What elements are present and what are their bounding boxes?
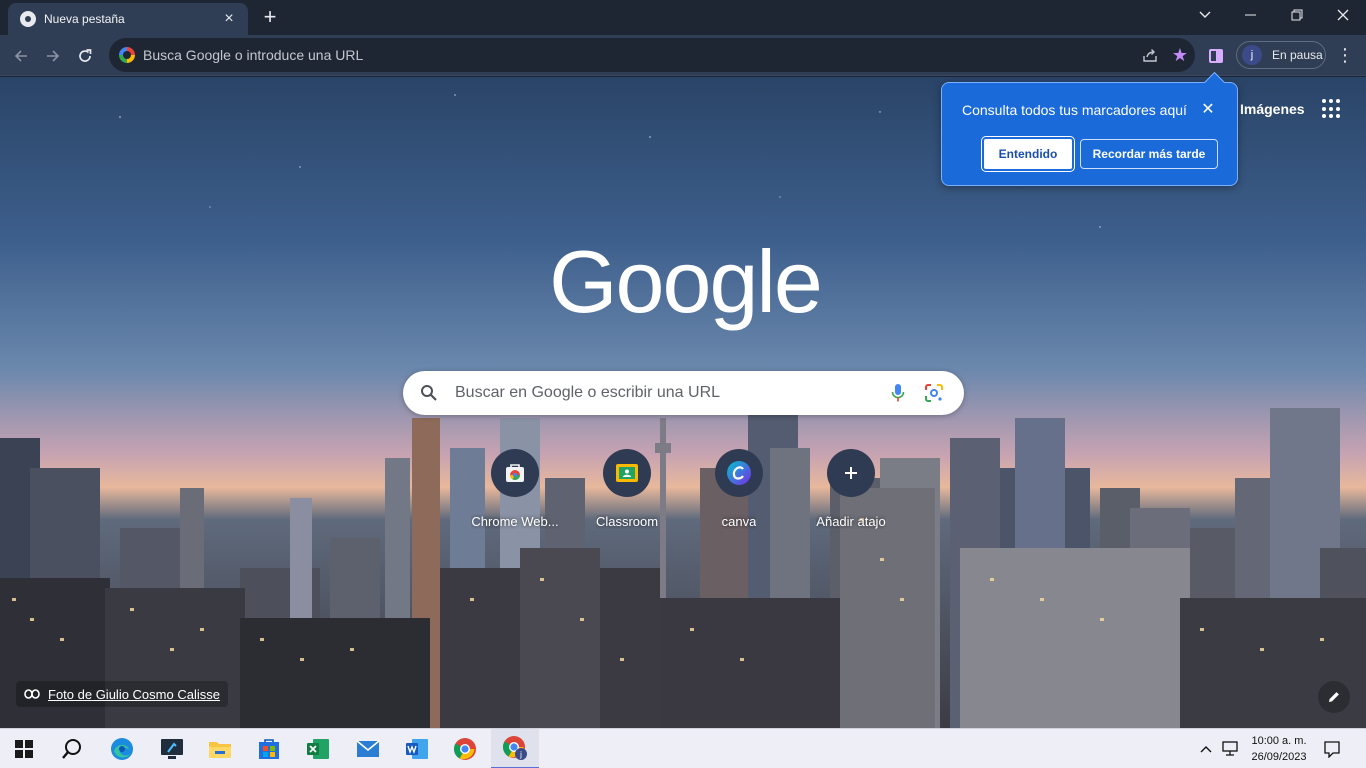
avatar: j: [1242, 45, 1262, 65]
tab-new-tab[interactable]: Nueva pestaña ×: [8, 3, 248, 35]
got-it-button[interactable]: Entendido: [981, 136, 1075, 172]
chrome-profile-icon[interactable]: j: [491, 729, 539, 768]
shortcuts-grid: Chrome Web... Classroom canva Añadir ata…: [459, 449, 907, 533]
shortcut-canva[interactable]: canva: [683, 449, 795, 533]
notifications-icon[interactable]: [1322, 739, 1342, 759]
tab-close-icon[interactable]: ×: [220, 10, 238, 28]
tab-strip: Nueva pestaña × +: [0, 0, 1366, 35]
tab-title: Nueva pestaña: [44, 12, 125, 26]
edge-icon[interactable]: [98, 729, 146, 768]
file-explorer-icon[interactable]: [196, 729, 244, 768]
minimize-button[interactable]: [1228, 0, 1274, 30]
shortcut-label: Chrome Web...: [471, 514, 559, 529]
address-bar-placeholder: Busca Google o introduce una URL: [143, 47, 364, 63]
search-icon: [403, 384, 455, 402]
excel-icon[interactable]: [294, 729, 342, 768]
network-icon[interactable]: [1220, 739, 1240, 759]
images-link[interactable]: Imágenes: [1240, 101, 1305, 117]
google-logo: Google: [549, 232, 823, 331]
close-window-button[interactable]: [1320, 0, 1366, 30]
chrome-web-store-icon: [491, 449, 539, 497]
classroom-icon: [603, 449, 651, 497]
chrome-icon[interactable]: [441, 729, 489, 768]
system-clock[interactable]: 10:00 a. m. 26/09/2023: [1246, 733, 1312, 765]
attribution-text: Foto de Giulio Cosmo Calisse: [48, 686, 220, 702]
word-icon[interactable]: [393, 729, 441, 768]
bookmark-star-icon[interactable]: ★: [1165, 40, 1195, 70]
shortcut-chrome-web-store[interactable]: Chrome Web...: [459, 449, 571, 533]
chevron-up-icon[interactable]: [1196, 739, 1216, 759]
google-apps-icon[interactable]: [1322, 99, 1342, 119]
callout-message: Consulta todos tus marcadores aquí: [962, 102, 1187, 118]
forward-arrow-icon[interactable]: [40, 43, 66, 69]
chrome-menu-icon[interactable]: ⋮: [1334, 44, 1356, 68]
remind-later-button[interactable]: Recordar más tarde: [1080, 139, 1218, 169]
clock-date: 26/09/2023: [1251, 751, 1307, 763]
shortcut-classroom[interactable]: Classroom: [571, 449, 683, 533]
add-shortcut-button[interactable]: Añadir atajo: [795, 449, 907, 533]
profile-button[interactable]: j En pausa: [1236, 41, 1326, 69]
address-bar[interactable]: Busca Google o introduce una URL ★: [109, 38, 1195, 72]
restore-button[interactable]: [1274, 0, 1320, 30]
link-icon: [24, 689, 40, 699]
reload-icon[interactable]: [72, 43, 98, 69]
google-lens-icon[interactable]: [916, 375, 952, 411]
shortcut-label: Añadir atajo: [816, 514, 886, 529]
share-icon[interactable]: [1135, 40, 1165, 70]
chrome-favicon-icon: [20, 11, 36, 27]
shortcut-label: canva: [721, 514, 757, 529]
mail-icon[interactable]: [344, 729, 392, 768]
microphone-icon[interactable]: [880, 375, 916, 411]
google-g-icon: [119, 47, 135, 63]
plus-icon: [827, 449, 875, 497]
canva-icon: [715, 449, 763, 497]
customize-pencil-icon[interactable]: [1318, 681, 1350, 713]
clock-time: 10:00 a. m.: [1251, 735, 1307, 747]
app-icon[interactable]: [148, 729, 196, 768]
bookmarks-callout: Consulta todos tus marcadores aquí ✕ Ent…: [941, 82, 1238, 186]
close-icon[interactable]: ✕: [1197, 99, 1219, 121]
store-icon[interactable]: [245, 729, 293, 768]
photo-attribution-link[interactable]: Foto de Giulio Cosmo Calisse: [16, 681, 228, 707]
city-skyline: [0, 398, 1366, 728]
new-tab-button[interactable]: +: [258, 6, 282, 30]
search-placeholder: Buscar en Google o escribir una URL: [455, 384, 721, 401]
shortcut-label: Classroom: [595, 514, 659, 529]
back-arrow-icon[interactable]: [8, 43, 34, 69]
tab-search-dropdown-icon[interactable]: [1182, 0, 1228, 30]
svg-text:j: j: [519, 750, 522, 759]
windows-start-icon[interactable]: [0, 729, 48, 768]
side-panel-icon[interactable]: [1204, 44, 1228, 68]
search-icon[interactable]: [48, 729, 96, 768]
search-box[interactable]: Buscar en Google o escribir una URL: [403, 371, 964, 415]
windows-taskbar: j 10:00 a. m. 26/09/2023: [0, 728, 1366, 768]
profile-status-label: En pausa: [1272, 48, 1323, 62]
browser-toolbar: Busca Google o introduce una URL ★ j En …: [0, 35, 1366, 76]
